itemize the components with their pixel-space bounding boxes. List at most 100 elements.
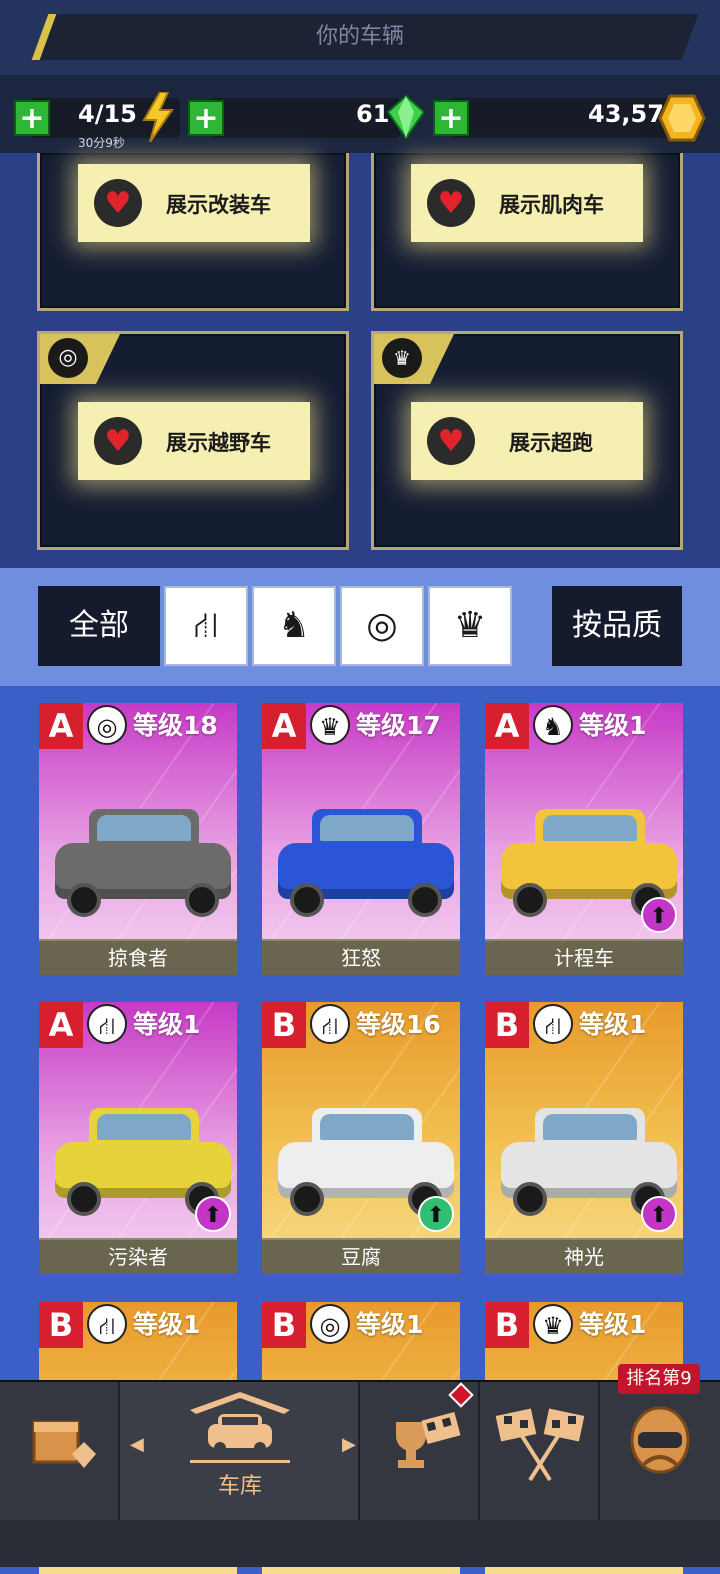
grade-badge: A <box>39 1002 83 1048</box>
upgrade-arrow-icon[interactable]: ⬆ <box>195 1196 231 1232</box>
road-icon: ⛙ <box>533 1004 573 1044</box>
showcase-label: 展示改装车 <box>166 193 271 217</box>
showcase-button[interactable]: ♥ 展示肌肉车 <box>411 164 643 242</box>
horse-icon: ♞ <box>277 605 311 646</box>
wheel-icon: ◎ <box>48 338 88 378</box>
garage-icon <box>188 1388 292 1464</box>
level-label: 等级18 <box>133 711 218 740</box>
nav-garage-label: 车库 <box>217 1474 262 1499</box>
grade-badge: A <box>262 703 306 749</box>
arrow-right-icon[interactable]: ▶ <box>342 1434 356 1455</box>
nav-shop[interactable] <box>0 1382 120 1520</box>
coin-icon <box>656 94 706 142</box>
add-energy-button[interactable]: + <box>14 100 50 136</box>
car-name: 计程车 <box>485 939 683 975</box>
lightning-icon <box>140 91 176 143</box>
car-wheel <box>290 883 324 917</box>
car-roof <box>312 1108 422 1148</box>
energy-timer: 30分9秒 <box>78 136 125 150</box>
car-wheel <box>185 883 219 917</box>
level-label: 等级1 <box>579 1310 647 1339</box>
heart-icon: ♥ <box>427 179 475 227</box>
car-image <box>272 773 458 933</box>
wheel-icon: ◎ <box>310 1304 350 1344</box>
offroad-tag: ◎ <box>40 334 120 384</box>
trophy-icon <box>384 1402 464 1482</box>
car-roof <box>535 1108 645 1148</box>
showcase-button[interactable]: ♥ 展示改装车 <box>78 164 310 242</box>
car-wheel <box>513 883 547 917</box>
horse-icon: ♞ <box>533 705 573 745</box>
add-coins-button[interactable]: + <box>433 100 469 136</box>
car-roof <box>89 809 199 849</box>
helmet-icon <box>628 1406 692 1482</box>
car-wheel <box>408 883 442 917</box>
car-name: 狂怒 <box>262 939 460 975</box>
crown-icon: ♛ <box>382 338 422 378</box>
crown-icon: ♛ <box>453 605 487 646</box>
car-card[interactable]: B ⛙ 等级16 ⬆ 豆腐 <box>262 1002 460 1274</box>
crown-icon: ♛ <box>310 705 350 745</box>
car-name: 神光 <box>485 1238 683 1274</box>
filter-road-button[interactable]: ⛙ <box>164 586 248 666</box>
filter-all-button[interactable]: 全部 <box>38 586 160 666</box>
upgrade-arrow-icon[interactable]: ⬆ <box>641 1196 677 1232</box>
car-card[interactable]: A ⛙ 等级1 ⬆ 污染者 <box>39 1002 237 1274</box>
showcase-button[interactable]: ♥ 展示超跑 <box>411 402 643 480</box>
car-windshield <box>543 1114 637 1140</box>
car-name: 豆腐 <box>262 1238 460 1274</box>
nav-events[interactable] <box>360 1382 480 1520</box>
showcase-label: 展示超跑 <box>509 431 593 455</box>
grade-badge: B <box>262 1002 306 1048</box>
level-label: 等级1 <box>579 1010 647 1039</box>
filter-supercar-button[interactable]: ♛ <box>428 586 512 666</box>
supercar-tag: ♛ <box>374 334 454 384</box>
nav-race[interactable] <box>480 1382 600 1520</box>
car-card[interactable]: A ♛ 等级17 狂怒 <box>262 703 460 975</box>
heart-icon: ♥ <box>94 179 142 227</box>
heart-icon: ♥ <box>427 417 475 465</box>
heart-icon: ♥ <box>94 417 142 465</box>
road-icon: ⛙ <box>87 1304 127 1344</box>
car-windshield <box>97 1114 191 1140</box>
car-wheel <box>290 1182 324 1216</box>
nav-garage[interactable]: ◀ ▶ 车库 <box>120 1382 360 1520</box>
car-card[interactable]: A ◎ 等级18 掠食者 <box>39 703 237 975</box>
car-roof <box>89 1108 199 1148</box>
car-windshield <box>97 815 191 841</box>
upgrade-arrow-icon[interactable]: ⬆ <box>641 897 677 933</box>
filter-muscle-button[interactable]: ♞ <box>252 586 336 666</box>
car-windshield <box>320 815 414 841</box>
car-windshield <box>320 1114 414 1140</box>
car-wheel <box>513 1182 547 1216</box>
grade-badge: B <box>39 1302 83 1348</box>
car-name: 掠食者 <box>39 939 237 975</box>
showcase-label: 展示肌肉车 <box>499 193 604 217</box>
gem-icon <box>384 94 428 140</box>
filter-offroad-button[interactable]: ◎ <box>340 586 424 666</box>
upgrade-arrow-icon[interactable]: ⬆ <box>418 1196 454 1232</box>
sort-quality-button[interactable]: 按品质 <box>552 586 682 666</box>
car-wheel <box>67 1182 101 1216</box>
level-label: 等级1 <box>133 1310 201 1339</box>
add-gems-button[interactable]: + <box>188 100 224 136</box>
level-label: 等级1 <box>133 1010 201 1039</box>
grade-badge: B <box>485 1302 529 1348</box>
car-roof <box>312 809 422 849</box>
arrow-left-icon[interactable]: ◀ <box>130 1434 144 1455</box>
wheel-icon: ◎ <box>366 605 398 646</box>
car-card[interactable]: B ⛙ 等级1 ⬆ 神光 <box>485 1002 683 1274</box>
grade-badge: A <box>39 703 83 749</box>
nav-profile[interactable] <box>600 1382 720 1520</box>
car-card[interactable]: A ♞ 等级1 ⬆ 计程车 <box>485 703 683 975</box>
level-label: 等级1 <box>579 711 647 740</box>
car-windshield <box>543 815 637 841</box>
showcase-button[interactable]: ♥ 展示越野车 <box>78 402 310 480</box>
car-image <box>49 773 235 933</box>
road-icon: ⛙ <box>193 605 219 646</box>
page-title: 你的车辆 <box>315 24 404 49</box>
crate-icon <box>30 1412 100 1476</box>
level-label: 等级17 <box>356 711 441 740</box>
showcase-label: 展示越野车 <box>166 431 271 455</box>
level-label: 等级16 <box>356 1010 441 1039</box>
